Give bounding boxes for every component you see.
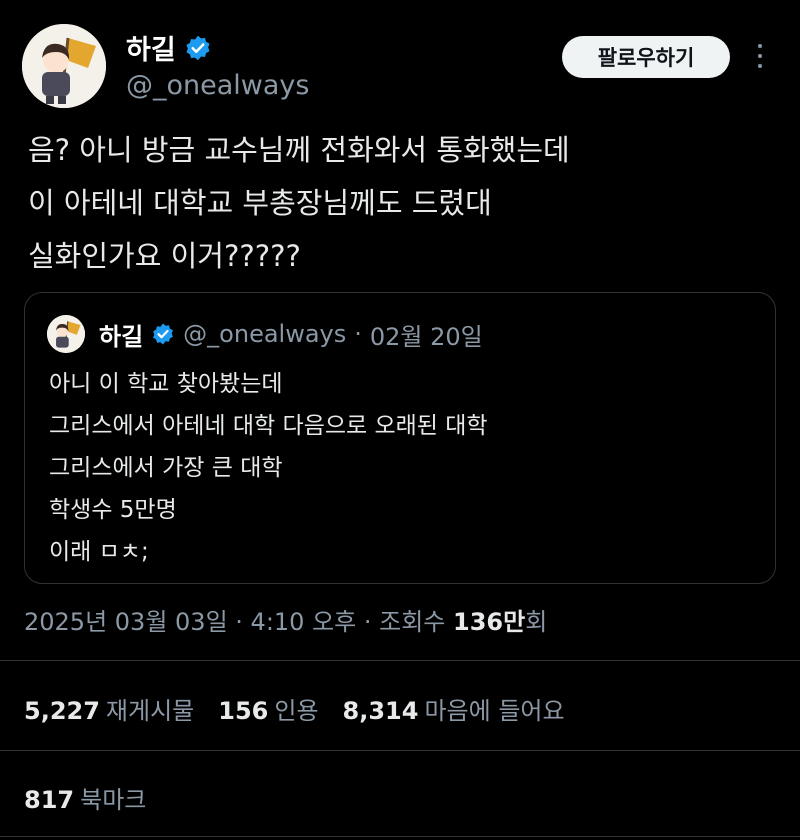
bookmarks-count: 817 bbox=[24, 786, 75, 814]
tweet-line: 음? 아니 방금 교수님께 전화와서 통화했는데 bbox=[28, 133, 570, 167]
tweet-text: 음? 아니 방금 교수님께 전화와서 통화했는데 이 아테네 대학교 부총장님께… bbox=[28, 124, 768, 283]
author-handle[interactable]: @_onealways bbox=[126, 70, 309, 101]
tweet-meta: 2025년 03월 03일 · 4:10 오후 · 조회수 136만회 bbox=[24, 602, 547, 637]
avatar-illustration-icon bbox=[22, 24, 106, 108]
quote-avatar bbox=[47, 315, 85, 353]
reposts-stat[interactable]: 5,227 재게시물 bbox=[24, 691, 194, 726]
quote-line: 이래 ㅁㅊ; bbox=[49, 539, 149, 565]
quote-header: 하길 @_onealways · 02월 20일 bbox=[47, 315, 483, 353]
likes-count: 8,314 bbox=[342, 697, 419, 725]
post-date[interactable]: 2025년 03월 03일 bbox=[24, 608, 228, 636]
engagement-stats: 5,227 재게시물 156 인용 8,314 마음에 들어요 bbox=[24, 691, 565, 726]
quotes-count: 156 bbox=[218, 697, 269, 725]
views-count: 136만 bbox=[453, 608, 526, 636]
quote-author-handle: @_onealways bbox=[183, 320, 347, 348]
tweet-line: 이 아테네 대학교 부총장님께도 드렸대 bbox=[28, 186, 492, 220]
meta-separator: · bbox=[356, 608, 380, 636]
quote-line: 학생수 5만명 bbox=[49, 497, 177, 523]
views-suffix: 회 bbox=[525, 608, 548, 636]
quoted-tweet[interactable]: 하길 @_onealways · 02월 20일 아니 이 학교 찾아봤는데 그… bbox=[24, 292, 776, 584]
quote-avatar-illustration-icon bbox=[47, 315, 85, 353]
post-time[interactable]: 4:10 오후 bbox=[251, 608, 357, 636]
divider bbox=[0, 750, 800, 751]
avatar[interactable] bbox=[22, 24, 106, 108]
quote-line: 그리스에서 아테네 대학 다음으로 오래된 대학 bbox=[49, 413, 488, 439]
quote-text: 아니 이 학교 찾아봤는데 그리스에서 아테네 대학 다음으로 오래된 대학 그… bbox=[49, 363, 488, 573]
likes-stat[interactable]: 8,314 마음에 들어요 bbox=[343, 691, 565, 726]
tweet-header: 하길 @_onealways 팔로우하기 bbox=[22, 24, 782, 110]
follow-button[interactable]: 팔로우하기 bbox=[562, 36, 730, 78]
tweet-line: 실화인가요 이거????? bbox=[28, 239, 301, 273]
bookmarks-label: 북마크 bbox=[80, 786, 147, 814]
meta-separator: · bbox=[227, 608, 251, 636]
verified-badge-icon[interactable] bbox=[184, 34, 212, 62]
likes-label: 마음에 들어요 bbox=[424, 697, 565, 725]
quote-verified-badge-icon bbox=[153, 323, 174, 345]
divider bbox=[0, 836, 800, 837]
views-label: 조회수 bbox=[379, 608, 453, 636]
quote-separator: · bbox=[354, 320, 362, 348]
quotes-stat[interactable]: 156 인용 bbox=[218, 691, 318, 726]
quote-line: 그리스에서 가장 큰 대학 bbox=[49, 455, 283, 481]
quote-author-name: 하길 bbox=[99, 322, 144, 351]
divider bbox=[0, 660, 800, 661]
quotes-label: 인용 bbox=[274, 697, 319, 725]
quote-date: 02월 20일 bbox=[369, 322, 483, 351]
more-options-icon[interactable] bbox=[748, 38, 772, 78]
bookmarks-stat[interactable]: 817 북마크 bbox=[24, 780, 146, 815]
quote-line: 아니 이 학교 찾아봤는데 bbox=[49, 371, 283, 397]
reposts-label: 재게시물 bbox=[105, 697, 195, 725]
author-name-row: 하길 bbox=[126, 28, 212, 67]
reposts-count: 5,227 bbox=[24, 697, 100, 725]
author-name[interactable]: 하길 bbox=[126, 28, 176, 67]
